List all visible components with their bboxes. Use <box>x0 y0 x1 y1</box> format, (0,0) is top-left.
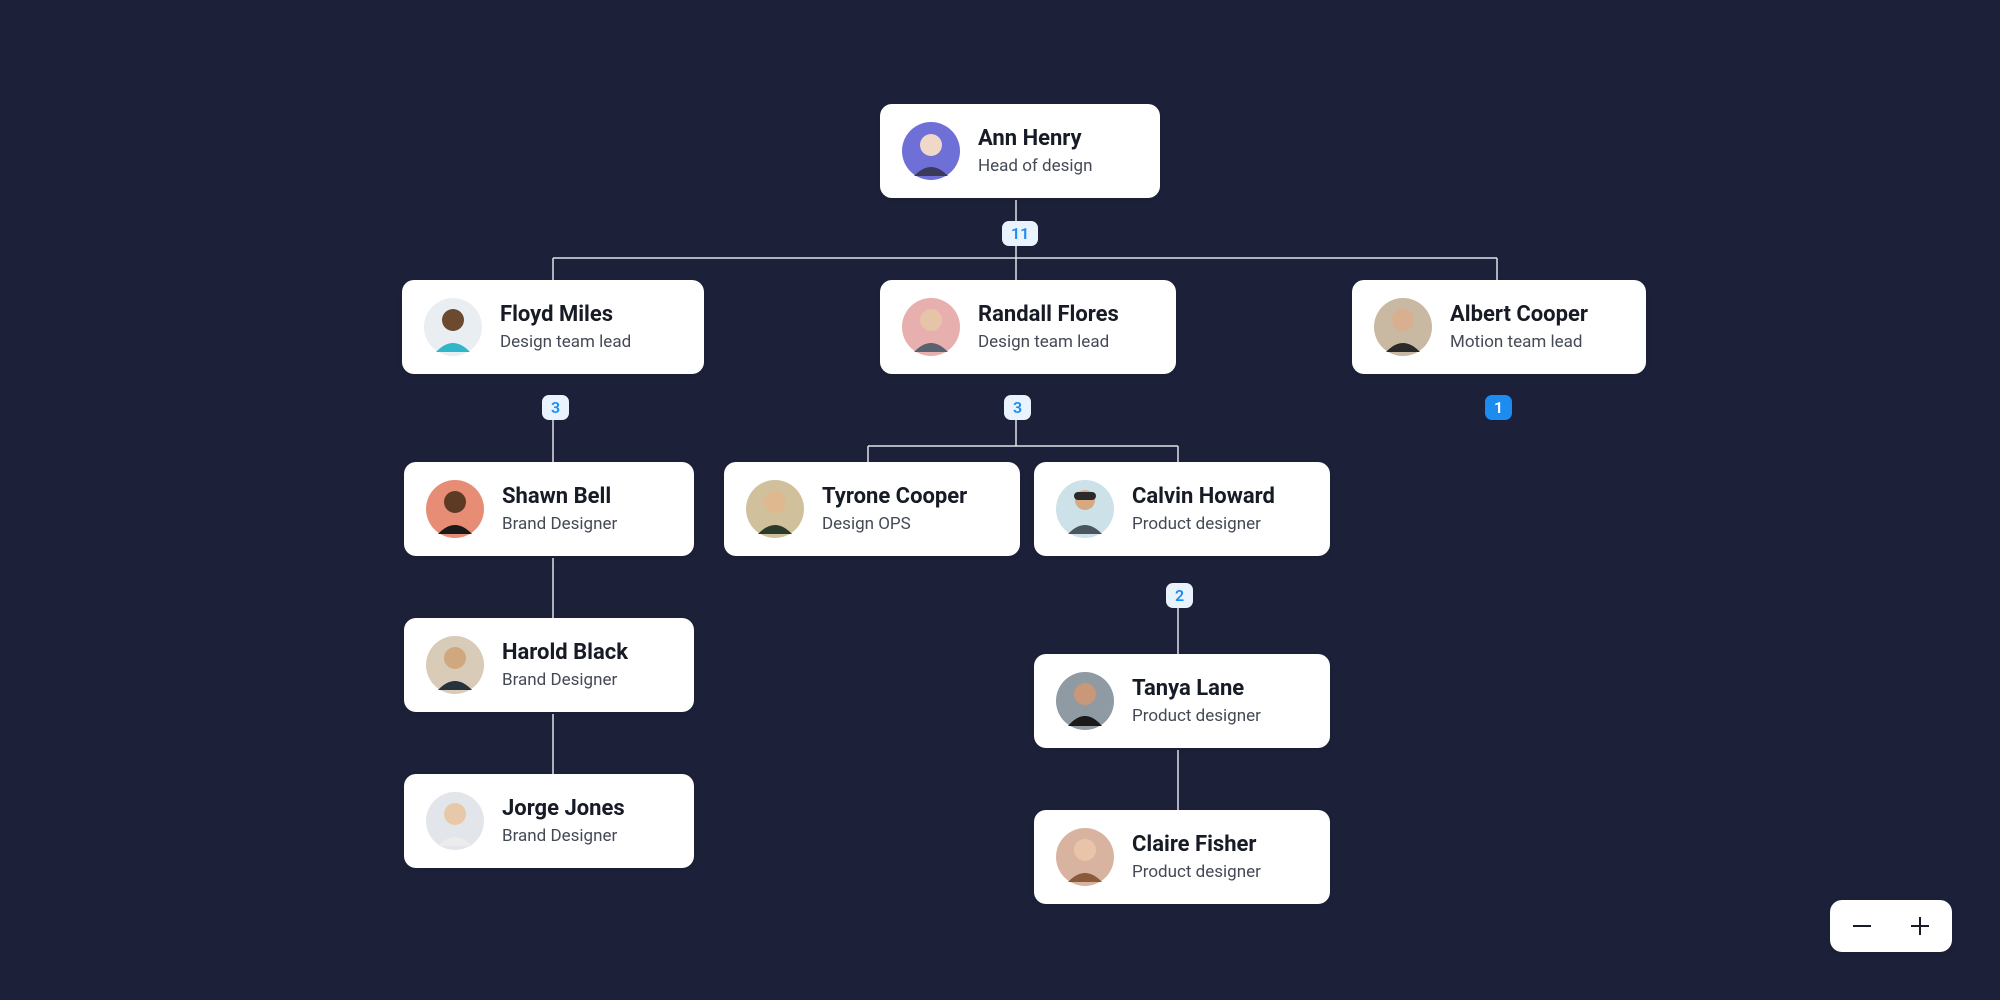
zoom-in-button[interactable] <box>1902 908 1938 944</box>
person-card-tanya-lane[interactable]: Tanya Lane Product designer <box>1034 654 1330 748</box>
person-card-jorge-jones[interactable]: Jorge Jones Brand Designer <box>404 774 694 868</box>
person-card-albert-cooper[interactable]: Albert Cooper Motion team lead <box>1352 280 1646 374</box>
person-card-shawn-bell[interactable]: Shawn Bell Brand Designer <box>404 462 694 556</box>
person-role: Design team lead <box>500 332 631 352</box>
avatar <box>902 122 960 180</box>
avatar <box>1374 298 1432 356</box>
person-name: Tanya Lane <box>1132 676 1261 702</box>
person-name: Randall Flores <box>978 302 1119 328</box>
person-role: Product designer <box>1132 514 1275 534</box>
person-card-claire-fisher[interactable]: Claire Fisher Product designer <box>1034 810 1330 904</box>
person-card-ann-henry[interactable]: Ann Henry Head of design <box>880 104 1160 198</box>
minus-icon <box>1849 913 1875 939</box>
person-name: Shawn Bell <box>502 484 617 510</box>
avatar <box>426 480 484 538</box>
person-card-calvin-howard[interactable]: Calvin Howard Product designer <box>1034 462 1330 556</box>
avatar <box>1056 480 1114 538</box>
zoom-control <box>1830 900 1952 952</box>
person-name: Jorge Jones <box>502 796 625 822</box>
person-role: Brand Designer <box>502 670 628 690</box>
report-count-badge[interactable]: 11 <box>1002 221 1038 246</box>
person-name: Calvin Howard <box>1132 484 1275 510</box>
person-role: Product designer <box>1132 706 1261 726</box>
person-role: Design team lead <box>978 332 1119 352</box>
person-name: Floyd Miles <box>500 302 631 328</box>
person-name: Harold Black <box>502 640 628 666</box>
avatar <box>426 636 484 694</box>
report-count-badge[interactable]: 1 <box>1485 395 1512 420</box>
person-card-harold-black[interactable]: Harold Black Brand Designer <box>404 618 694 712</box>
person-role: Head of design <box>978 156 1092 176</box>
person-role: Brand Designer <box>502 826 625 846</box>
avatar <box>424 298 482 356</box>
person-role: Product designer <box>1132 862 1261 882</box>
avatar <box>1056 828 1114 886</box>
person-name: Albert Cooper <box>1450 302 1588 328</box>
person-name: Tyrone Cooper <box>822 484 967 510</box>
person-card-floyd-miles[interactable]: Floyd Miles Design team lead <box>402 280 704 374</box>
person-role: Motion team lead <box>1450 332 1588 352</box>
person-card-tyrone-cooper[interactable]: Tyrone Cooper Design OPS <box>724 462 1020 556</box>
plus-icon <box>1907 913 1933 939</box>
person-name: Ann Henry <box>978 126 1092 152</box>
avatar <box>746 480 804 538</box>
report-count-badge[interactable]: 3 <box>542 395 569 420</box>
avatar <box>902 298 960 356</box>
avatar <box>1056 672 1114 730</box>
person-name: Claire Fisher <box>1132 832 1261 858</box>
person-card-randall-flores[interactable]: Randall Flores Design team lead <box>880 280 1176 374</box>
person-role: Brand Designer <box>502 514 617 534</box>
avatar <box>426 792 484 850</box>
zoom-out-button[interactable] <box>1844 908 1880 944</box>
report-count-badge[interactable]: 3 <box>1004 395 1031 420</box>
report-count-badge[interactable]: 2 <box>1166 583 1193 608</box>
person-role: Design OPS <box>822 514 967 534</box>
